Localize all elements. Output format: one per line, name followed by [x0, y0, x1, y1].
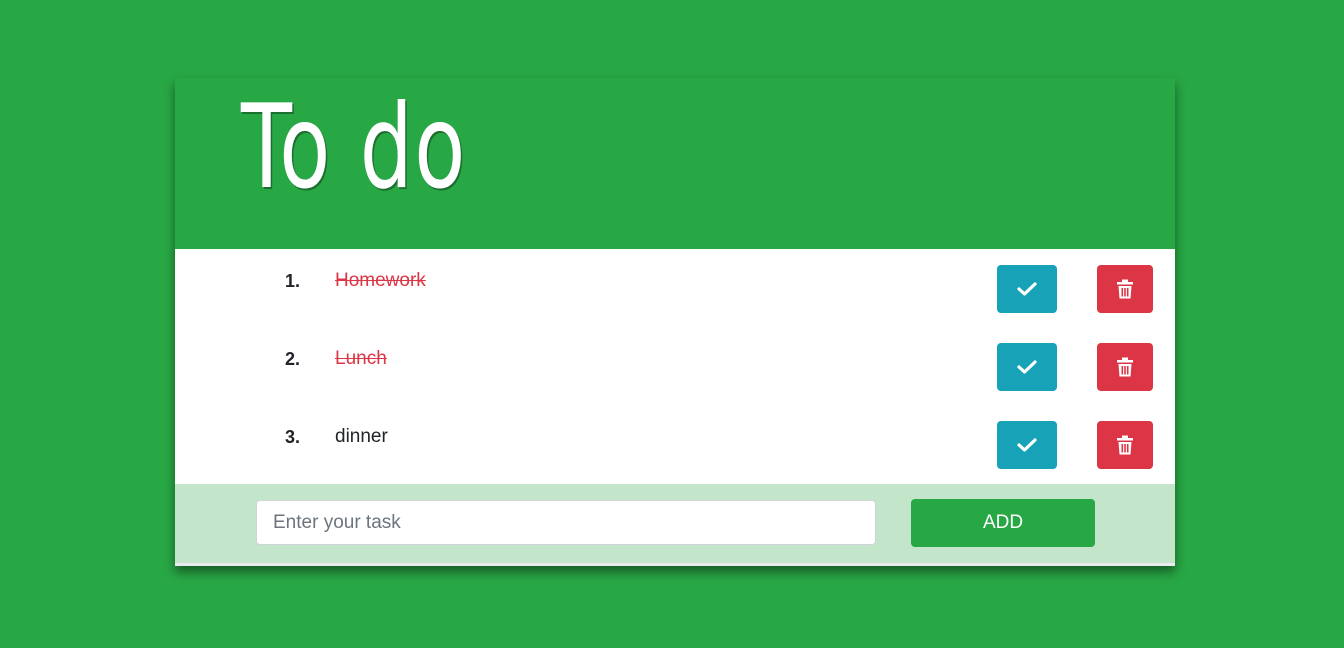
trash-icon — [1117, 435, 1133, 455]
add-button[interactable]: ADD — [911, 499, 1095, 547]
complete-button[interactable] — [997, 421, 1057, 469]
delete-button[interactable] — [1097, 421, 1153, 469]
header: To do — [175, 78, 1175, 249]
trash-icon — [1117, 279, 1133, 299]
task-row: 3. dinner — [175, 405, 1175, 483]
todo-card: To do 1. Homework 2. Lunch 3. dinner Ent… — [175, 78, 1175, 566]
task-list: 1. Homework 2. Lunch 3. dinner — [175, 249, 1175, 484]
task-text: dinner — [335, 426, 388, 447]
delete-button[interactable] — [1097, 265, 1153, 313]
footer-divider — [175, 563, 1175, 566]
complete-button[interactable] — [997, 265, 1057, 313]
complete-button[interactable] — [997, 343, 1057, 391]
page-title: To do — [241, 80, 467, 215]
task-row: 2. Lunch — [175, 327, 1175, 405]
task-number: 1. — [285, 271, 301, 291]
task-input[interactable] — [256, 500, 876, 545]
task-text: Homework — [335, 270, 426, 291]
check-icon — [1017, 360, 1037, 374]
delete-button[interactable] — [1097, 343, 1153, 391]
check-icon — [1017, 282, 1037, 296]
trash-icon — [1117, 357, 1133, 377]
task-row: 1. Homework — [175, 249, 1175, 327]
task-number: 2. — [285, 349, 301, 369]
task-text: Lunch — [335, 348, 387, 369]
check-icon — [1017, 438, 1037, 452]
add-task-bar: ADD — [175, 484, 1175, 563]
task-number: 3. — [285, 427, 301, 447]
